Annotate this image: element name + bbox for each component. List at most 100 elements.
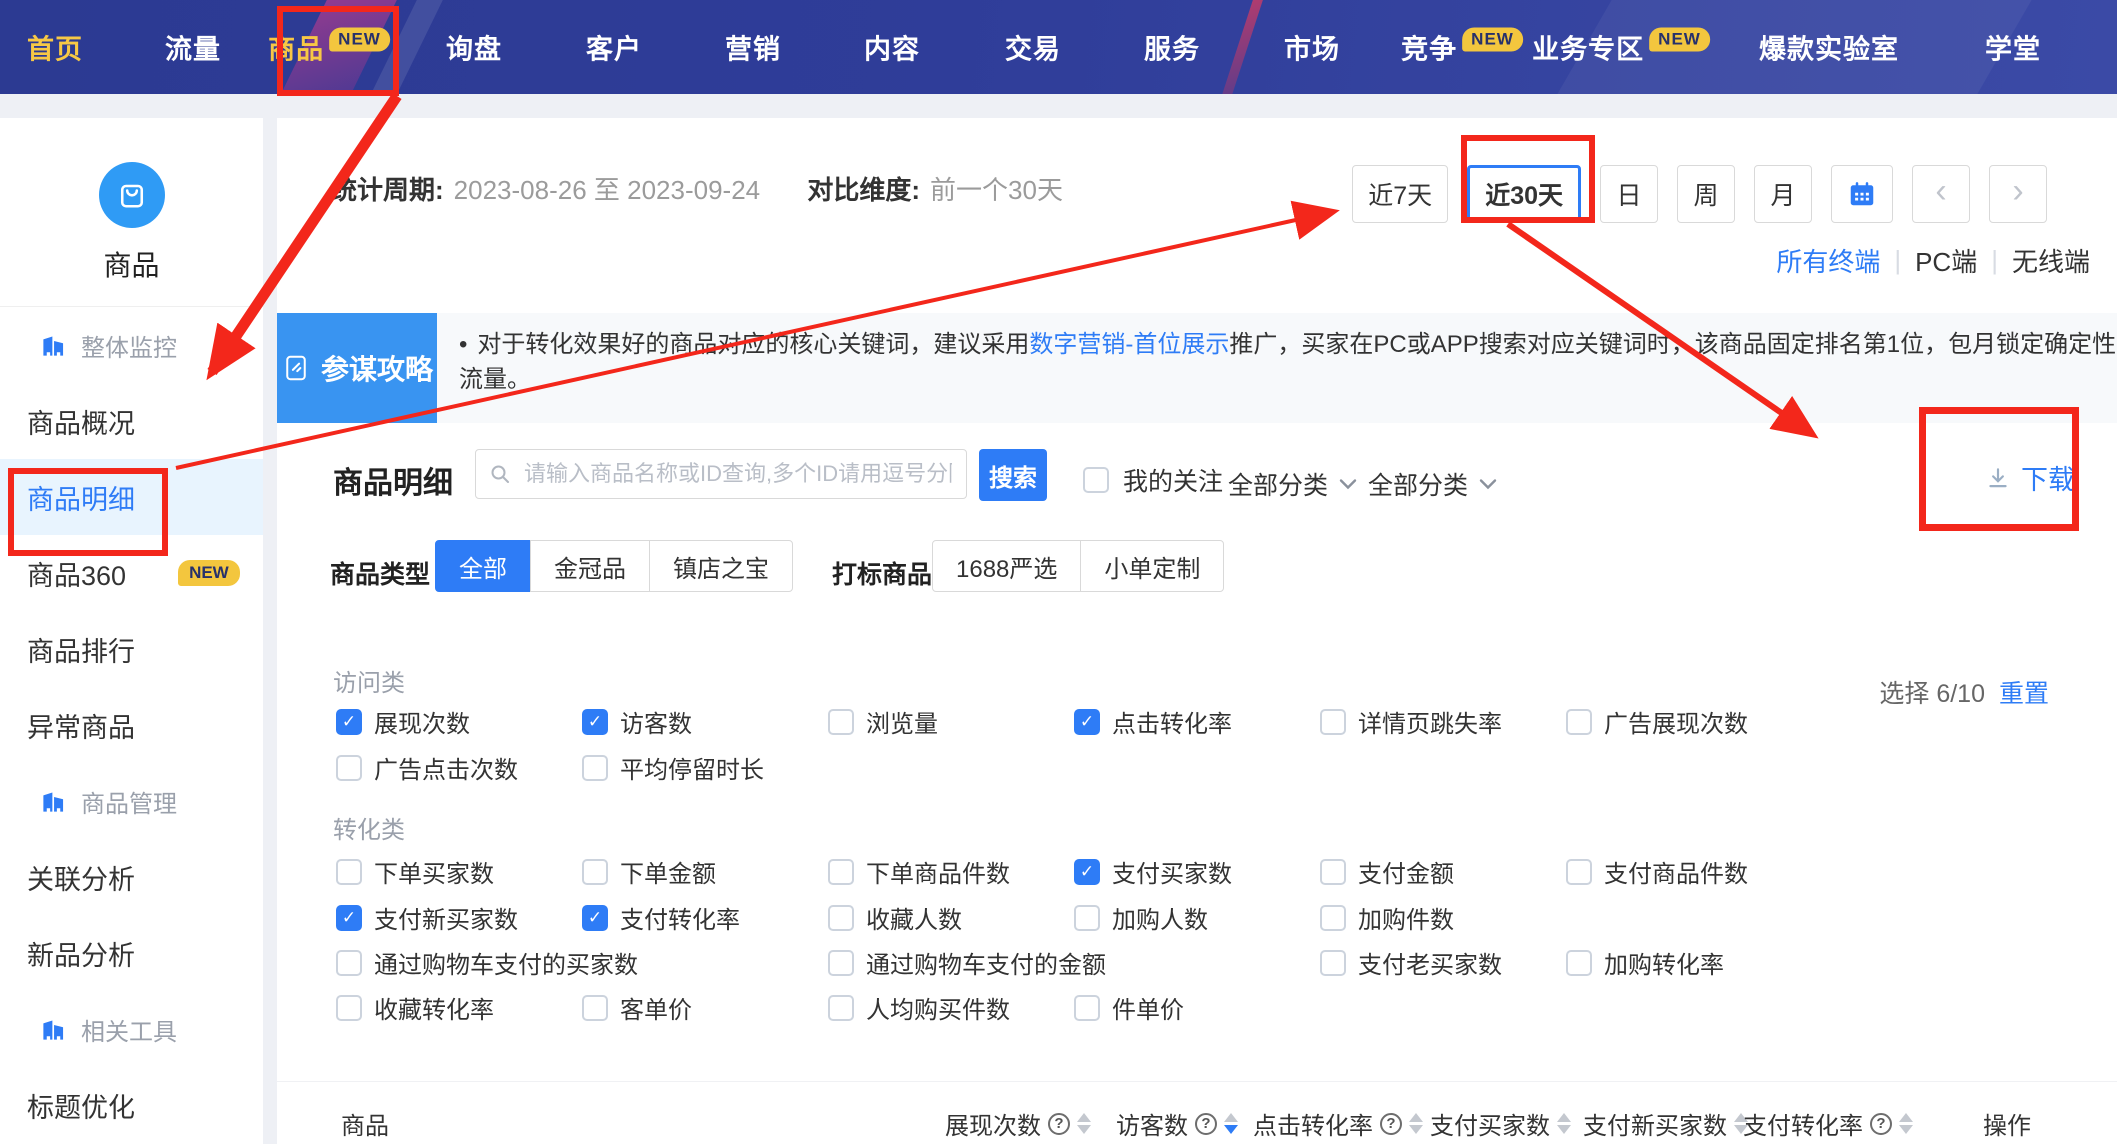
range-button-近7天[interactable]: 近7天 xyxy=(1352,165,1448,223)
checkbox[interactable] xyxy=(828,995,854,1021)
sidebar-item-新品分析[interactable]: 新品分析 xyxy=(0,915,263,991)
checkbox[interactable] xyxy=(1566,709,1592,735)
nav-item-首页[interactable]: 首页 xyxy=(27,28,83,67)
filter-option-支付买家数[interactable]: ✓支付买家数 xyxy=(1074,854,1320,889)
sidebar-item-商品排行[interactable]: 商品排行 xyxy=(0,611,263,687)
checkbox[interactable] xyxy=(828,709,854,735)
checkbox[interactable] xyxy=(336,995,362,1021)
checkbox[interactable]: ✓ xyxy=(336,905,362,931)
sort-desc-icon[interactable] xyxy=(1899,1125,1913,1134)
sort-desc-icon[interactable] xyxy=(1224,1125,1238,1134)
checkbox[interactable] xyxy=(1074,905,1100,931)
help-icon[interactable]: ? xyxy=(1048,1113,1070,1135)
filter-option-支付商品件数[interactable]: 支付商品件数 xyxy=(1566,854,1812,889)
sidebar-item-标题优化[interactable]: 标题优化 xyxy=(0,1067,263,1143)
checkbox[interactable] xyxy=(1566,859,1592,885)
my-follow-checkbox[interactable] xyxy=(1083,467,1109,493)
tag-option-小单定制[interactable]: 小单定制 xyxy=(1080,540,1224,592)
help-icon[interactable]: ? xyxy=(1195,1113,1217,1135)
column-header-操作[interactable]: 操作 xyxy=(1983,1106,2031,1141)
filter-option-展现次数[interactable]: ✓展现次数 xyxy=(336,704,582,739)
terminal-无线端[interactable]: 无线端 xyxy=(2012,242,2090,279)
sort-control[interactable] xyxy=(1899,1113,1913,1134)
checkbox[interactable] xyxy=(828,859,854,885)
nav-item-交易[interactable]: 交易 xyxy=(1005,28,1061,67)
sidebar-item-异常商品[interactable]: 异常商品 xyxy=(0,687,263,763)
tag-option-1688严选[interactable]: 1688严选 xyxy=(932,540,1081,592)
sidebar-item-商品管理[interactable]: 商品管理 xyxy=(0,763,263,839)
filter-option-详情页跳失率[interactable]: 详情页跳失率 xyxy=(1320,704,1566,739)
category-dropdown-1[interactable]: 全部分类 xyxy=(1228,466,1358,502)
filter-option-访客数[interactable]: ✓访客数 xyxy=(582,704,828,739)
reset-link[interactable]: 重置 xyxy=(1999,674,2049,710)
filter-option-人均购买件数[interactable]: 人均购买件数 xyxy=(828,990,1074,1025)
nav-item-学堂[interactable]: 学堂 xyxy=(1985,28,2041,67)
column-header-展现次数[interactable]: 展现次数? xyxy=(945,1106,1091,1141)
checkbox[interactable]: ✓ xyxy=(336,709,362,735)
category-dropdown-2[interactable]: 全部分类 xyxy=(1368,466,1498,502)
sort-control[interactable] xyxy=(1557,1113,1571,1134)
sort-asc-icon[interactable] xyxy=(1409,1113,1423,1122)
filter-option-通过购物车支付的金额[interactable]: 通过购物车支付的金额 xyxy=(828,945,1320,980)
column-header-商品[interactable]: 商品 xyxy=(341,1106,389,1141)
sidebar-item-关联分析[interactable]: 关联分析 xyxy=(0,839,263,915)
filter-option-支付转化率[interactable]: ✓支付转化率 xyxy=(582,900,828,935)
terminal-PC端[interactable]: PC端 xyxy=(1915,242,1977,279)
filter-option-支付新买家数[interactable]: ✓支付新买家数 xyxy=(336,900,582,935)
column-header-支付转化率[interactable]: 支付转化率? xyxy=(1743,1106,1913,1141)
type-option-全部[interactable]: 全部 xyxy=(435,540,531,592)
checkbox[interactable]: ✓ xyxy=(582,905,608,931)
nav-item-竞争[interactable]: 竞争NEW xyxy=(1401,28,1523,67)
filter-option-收藏人数[interactable]: 收藏人数 xyxy=(828,900,1074,935)
sort-control[interactable] xyxy=(1077,1113,1091,1134)
strategy-badge[interactable]: 参谋攻略 xyxy=(277,313,437,423)
nav-item-爆款实验室[interactable]: 爆款实验室 xyxy=(1759,28,1899,67)
download-button[interactable]: 下载 xyxy=(1985,458,2075,497)
filter-option-下单买家数[interactable]: 下单买家数 xyxy=(336,854,582,889)
type-option-金冠品[interactable]: 金冠品 xyxy=(530,540,650,592)
nav-item-客户[interactable]: 客户 xyxy=(586,28,642,67)
checkbox[interactable] xyxy=(582,755,608,781)
terminal-所有终端[interactable]: 所有终端 xyxy=(1776,242,1880,279)
filter-option-支付老买家数[interactable]: 支付老买家数 xyxy=(1320,945,1566,980)
sort-asc-icon[interactable] xyxy=(1899,1113,1913,1122)
column-header-支付新买家数[interactable]: 支付新买家数 xyxy=(1583,1106,1748,1141)
search-button[interactable]: 搜索 xyxy=(979,449,1047,501)
calendar-button[interactable] xyxy=(1831,165,1893,223)
checkbox[interactable] xyxy=(1320,709,1346,735)
nav-item-询盘[interactable]: 询盘 xyxy=(446,28,502,67)
range-button-日[interactable]: 日 xyxy=(1600,165,1658,223)
checkbox[interactable] xyxy=(1566,950,1592,976)
filter-option-通过购物车支付的买家数[interactable]: 通过购物车支付的买家数 xyxy=(336,945,828,980)
sort-control[interactable] xyxy=(1224,1113,1238,1134)
range-button-月[interactable]: 月 xyxy=(1754,165,1812,223)
filter-option-广告点击次数[interactable]: 广告点击次数 xyxy=(336,750,582,785)
digital-marketing-link[interactable]: 数字营销-首位展示 xyxy=(1029,331,1229,358)
range-button-近30天[interactable]: 近30天 xyxy=(1467,165,1581,223)
filter-option-件单价[interactable]: 件单价 xyxy=(1074,990,1320,1025)
checkbox[interactable] xyxy=(1320,859,1346,885)
filter-option-点击转化率[interactable]: ✓点击转化率 xyxy=(1074,704,1320,739)
checkbox[interactable]: ✓ xyxy=(582,709,608,735)
filter-option-加购件数[interactable]: 加购件数 xyxy=(1320,900,1566,935)
nav-item-商品[interactable]: 商品NEW xyxy=(268,28,390,67)
sort-desc-icon[interactable] xyxy=(1557,1125,1571,1134)
my-follow-option[interactable]: 我的关注 xyxy=(1083,462,1223,498)
filter-option-浏览量[interactable]: 浏览量 xyxy=(828,704,1074,739)
range-button-周[interactable]: 周 xyxy=(1677,165,1735,223)
checkbox[interactable] xyxy=(1320,950,1346,976)
checkbox[interactable] xyxy=(336,755,362,781)
checkbox[interactable]: ✓ xyxy=(1074,859,1100,885)
nav-item-业务专区[interactable]: 业务专区NEW xyxy=(1532,28,1710,67)
help-icon[interactable]: ? xyxy=(1380,1113,1402,1135)
checkbox[interactable] xyxy=(1320,905,1346,931)
help-icon[interactable]: ? xyxy=(1870,1113,1892,1135)
sort-asc-icon[interactable] xyxy=(1077,1113,1091,1122)
filter-option-加购人数[interactable]: 加购人数 xyxy=(1074,900,1320,935)
sidebar-item-商品概况[interactable]: 商品概况 xyxy=(0,383,263,459)
checkbox[interactable] xyxy=(1074,995,1100,1021)
sidebar-item-商品360[interactable]: 商品360NEW xyxy=(0,535,263,611)
sidebar-item-相关工具[interactable]: 相关工具 xyxy=(0,991,263,1067)
column-header-访客数[interactable]: 访客数? xyxy=(1116,1106,1238,1141)
type-option-镇店之宝[interactable]: 镇店之宝 xyxy=(649,540,793,592)
